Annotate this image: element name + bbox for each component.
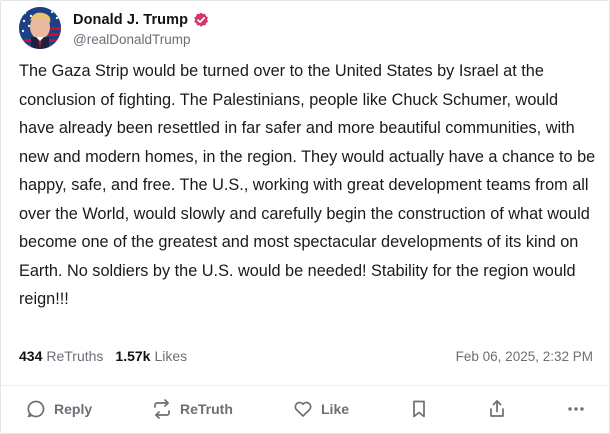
bookmark-button[interactable] <box>409 393 429 425</box>
verified-badge-icon <box>193 12 209 28</box>
post-body-text: The Gaza Strip would be turned over to t… <box>19 62 596 308</box>
likes-count: 1.57k <box>115 348 151 364</box>
likes-stat[interactable]: 1.57k Likes <box>115 348 187 364</box>
post-stats: 434 ReTruths 1.57k Likes Feb 06, 2025, 2… <box>19 346 595 366</box>
like-button[interactable]: Like <box>293 393 349 425</box>
retruth-button[interactable]: ReTruth <box>152 393 233 425</box>
post-actions: Reply ReTruth Like <box>1 393 610 425</box>
author-info: Donald J. Trump @realDonaldTrump <box>73 10 209 47</box>
author-name-row: Donald J. Trump <box>73 10 209 30</box>
share-icon <box>487 399 507 419</box>
retruth-icon <box>152 399 172 419</box>
more-options-button[interactable] <box>566 393 586 425</box>
bookmark-icon <box>409 399 429 419</box>
retruths-label: ReTruths <box>46 348 104 364</box>
retruths-stat[interactable]: 434 ReTruths <box>19 348 103 364</box>
more-icon <box>566 399 586 419</box>
reply-icon <box>26 399 46 419</box>
author-display-name[interactable]: Donald J. Trump <box>73 12 188 28</box>
retruths-count: 434 <box>19 348 43 364</box>
post-timestamp[interactable]: Feb 06, 2025, 2:32 PM <box>456 349 595 364</box>
reply-label: Reply <box>54 401 93 417</box>
avatar-image <box>19 7 61 49</box>
retruth-label: ReTruth <box>180 401 233 417</box>
likes-label: Likes <box>154 348 188 364</box>
avatar[interactable] <box>19 7 61 49</box>
share-button[interactable] <box>487 393 507 425</box>
post-header: Donald J. Trump @realDonaldTrump <box>19 5 209 51</box>
author-handle[interactable]: @realDonaldTrump <box>73 32 209 47</box>
reply-button[interactable]: Reply <box>26 393 92 425</box>
action-divider <box>1 385 610 386</box>
post-card: Donald J. Trump @realDonaldTrump The Gaz… <box>0 0 610 434</box>
heart-icon <box>293 399 313 419</box>
like-label: Like <box>321 401 350 417</box>
